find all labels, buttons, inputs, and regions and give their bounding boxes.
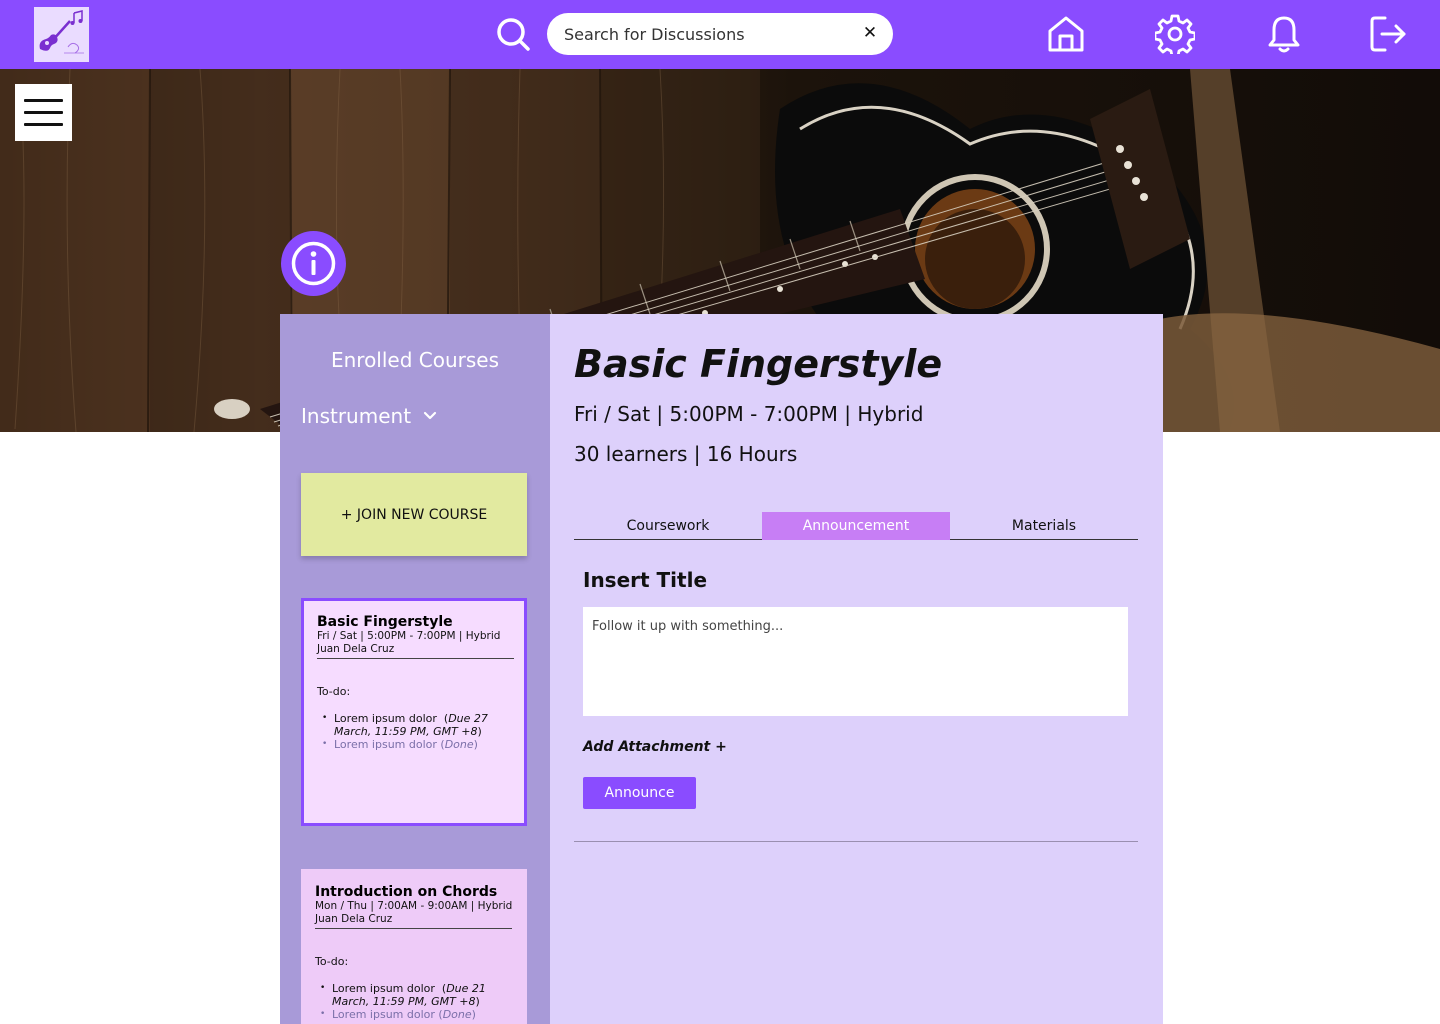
sidebar-title: Enrolled Courses — [330, 348, 500, 372]
clear-search-button[interactable]: ✕ — [861, 22, 879, 44]
home-icon[interactable] — [1046, 14, 1086, 54]
course-meta: 30 learners | 16 Hours — [574, 442, 798, 466]
gear-icon[interactable] — [1153, 14, 1197, 58]
instrument-filter-dropdown[interactable]: Instrument — [301, 404, 437, 428]
announce-button[interactable]: Announce — [583, 777, 696, 809]
course-tabs: Coursework Announcement Materials — [574, 512, 1138, 540]
course-card-title: Introduction on Chords — [315, 884, 498, 900]
bell-icon[interactable] — [1264, 14, 1304, 54]
course-card-schedule: Mon / Thu | 7:00AM - 9:00AM | Hybrid — [315, 900, 513, 912]
info-icon — [291, 241, 336, 286]
studio-logo[interactable] — [34, 7, 89, 62]
menu-line — [24, 111, 63, 114]
course-title: Basic Fingerstyle — [574, 342, 943, 386]
search-bar: ✕ — [547, 13, 893, 55]
chevron-down-icon — [423, 411, 437, 420]
announcement-title-input[interactable]: Insert Title — [583, 568, 707, 592]
search-input[interactable] — [564, 13, 854, 55]
filter-label: Instrument — [301, 404, 412, 428]
tab-coursework[interactable]: Coursework — [574, 512, 762, 540]
todo-label: To-do: — [315, 955, 349, 968]
todo-list: Lorem ipsum dolor (Due 21 March, 11:59 P… — [315, 982, 513, 1021]
tab-materials[interactable]: Materials — [950, 512, 1138, 540]
top-bar: ✕ — [0, 0, 1440, 69]
course-card-title: Basic Fingerstyle — [317, 614, 453, 630]
tab-announcement[interactable]: Announcement — [762, 512, 950, 540]
course-schedule: Fri / Sat | 5:00PM - 7:00PM | Hybrid — [574, 402, 924, 426]
todo-item-done[interactable]: Lorem ipsum dolor (Done) — [322, 738, 512, 751]
logout-icon[interactable] — [1369, 14, 1409, 54]
divider — [574, 841, 1138, 842]
search-icon[interactable] — [495, 16, 531, 52]
todo-list: Lorem ipsum dolor (Due 27 March, 11:59 P… — [317, 712, 512, 751]
announcement-body-textarea[interactable] — [583, 607, 1128, 716]
divider — [315, 928, 512, 929]
todo-item[interactable]: Lorem ipsum dolor (Due 27 March, 11:59 P… — [322, 712, 512, 738]
course-card-teacher: Juan Dela Cruz — [315, 913, 393, 925]
menu-line — [24, 99, 63, 102]
divider — [317, 658, 514, 659]
course-card-introduction-on-chords[interactable]: Introduction on Chords Mon / Thu | 7:00A… — [301, 869, 527, 1024]
menu-line — [24, 123, 63, 126]
todo-item[interactable]: Lorem ipsum dolor (Due 21 March, 11:59 P… — [320, 982, 513, 1008]
info-button[interactable] — [281, 231, 346, 296]
hamburger-menu-button[interactable] — [15, 84, 72, 141]
course-card-teacher: Juan Dela Cruz — [317, 643, 395, 655]
todo-item-done[interactable]: Lorem ipsum dolor (Done) — [320, 1008, 513, 1021]
guitar-logo-icon — [34, 7, 89, 62]
add-attachment-button[interactable]: Add Attachment + — [583, 739, 727, 755]
enrolled-courses-sidebar: Enrolled Courses Instrument + JOIN NEW C… — [280, 314, 550, 1024]
join-new-course-button[interactable]: + JOIN NEW COURSE — [301, 473, 527, 556]
course-card-schedule: Fri / Sat | 5:00PM - 7:00PM | Hybrid — [317, 630, 501, 642]
course-card-basic-fingerstyle[interactable]: Basic Fingerstyle Fri / Sat | 5:00PM - 7… — [301, 598, 527, 826]
course-detail-panel: Basic Fingerstyle Fri / Sat | 5:00PM - 7… — [550, 314, 1163, 1024]
todo-label: To-do: — [317, 685, 351, 698]
